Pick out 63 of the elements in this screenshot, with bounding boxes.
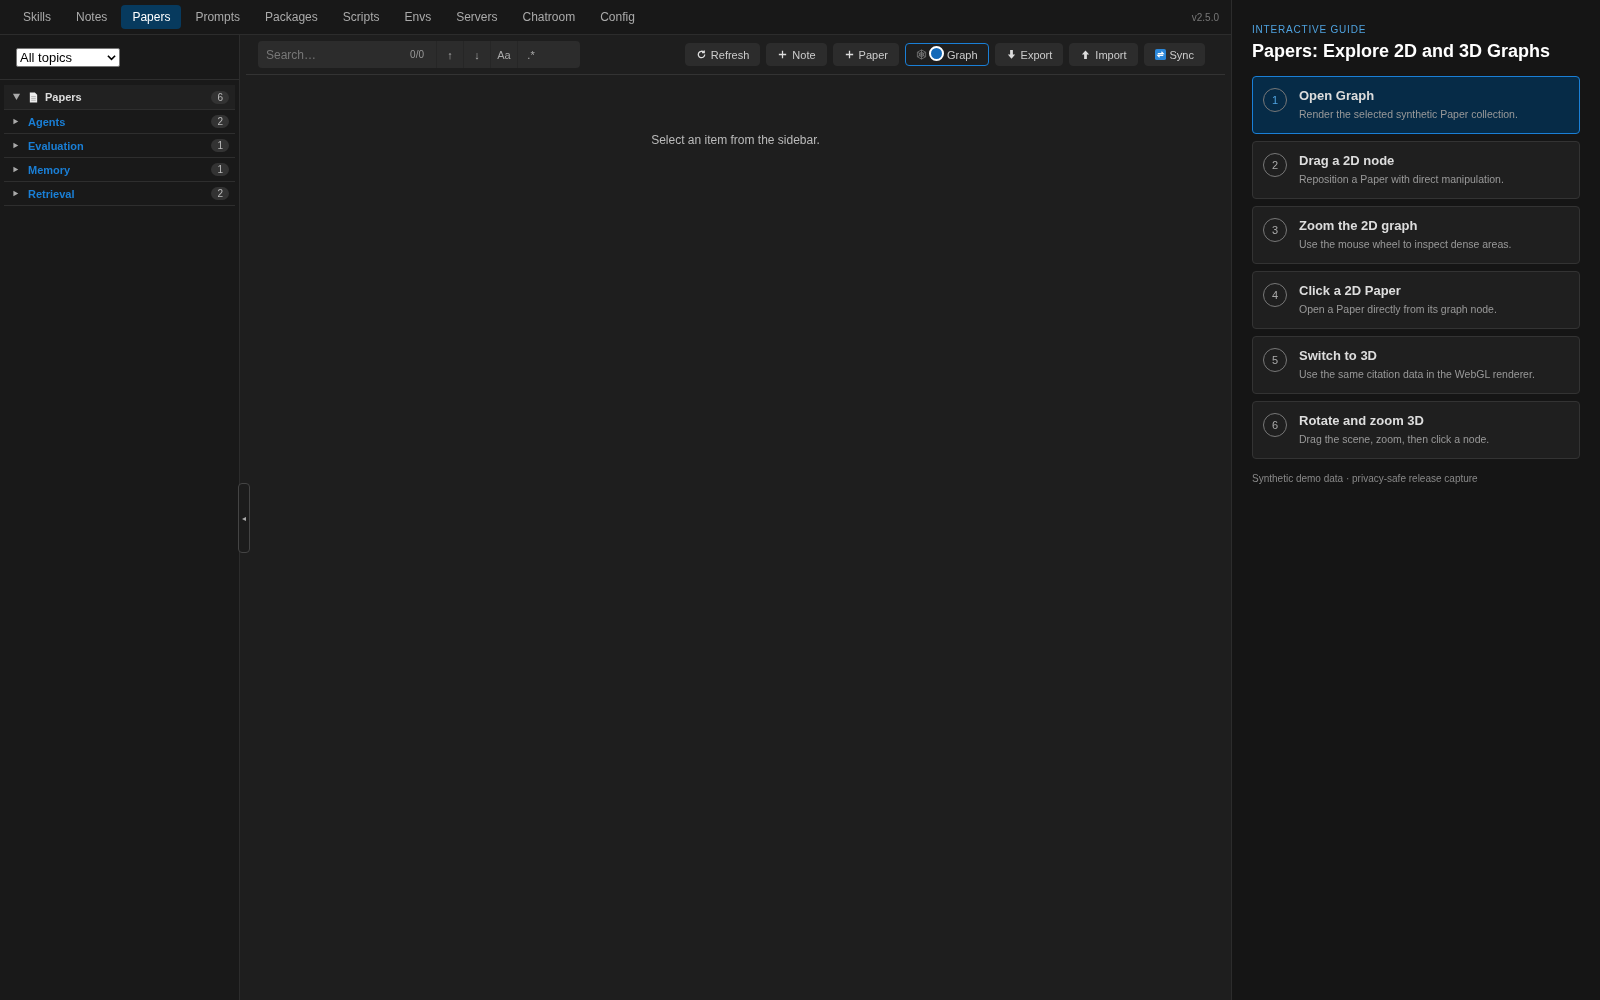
nav-tab[interactable]: Config	[589, 5, 646, 29]
topic-label: Agents	[28, 115, 67, 128]
search-option-button[interactable]: ↑	[436, 41, 463, 68]
toolbar-button[interactable]: Graph	[904, 43, 989, 66]
nav-tab[interactable]: Notes	[65, 5, 119, 29]
topic-dropdown[interactable]: All topics	[16, 47, 120, 67]
step-description: Reposition a Paper with direct manipulation.	[1299, 173, 1504, 185]
guide-title: Papers: Explore 2D and 3D Graphs	[1252, 41, 1552, 62]
count-badge: 6	[211, 90, 229, 104]
step-description: Use the same citation data in the WebGL renderer.	[1299, 368, 1535, 380]
count-badge: 2	[211, 115, 229, 128]
guide-step-card[interactable]: 4 Click a 2D Paper Open a Paper directly from its graph node.	[1252, 271, 1580, 329]
step-description: Open a Paper directly from its graph node.	[1299, 303, 1497, 315]
step-title: Switch to 3D	[1299, 348, 1378, 363]
nav-tab[interactable]: Prompts	[184, 5, 252, 29]
version-label: v2.5.0	[1191, 11, 1219, 23]
empty-state-message: Select an item from the sidebar.	[650, 133, 821, 147]
count-badge: 1	[211, 139, 229, 152]
step-title: Zoom the 2D graph	[1299, 218, 1419, 233]
search-field[interactable]: Search… 0/0 ↑ ↓ Aa .*	[258, 41, 580, 68]
nav-tab[interactable]: Skills	[12, 5, 62, 29]
guide-step-card[interactable]: 5 Switch to 3D Use the same citation data in the WebGL renderer.	[1252, 336, 1580, 394]
step-description: Drag the scene, zoom, then click a node.	[1299, 433, 1490, 445]
toolbar-button[interactable]: Sync	[1143, 43, 1205, 66]
nav-tab[interactable]: Papers	[121, 5, 182, 29]
topic-label: Evaluation	[28, 139, 85, 152]
tree-folder-row[interactable]: Papers 6	[4, 85, 235, 110]
step-title: Drag a 2D node	[1299, 153, 1396, 168]
guide-footer: Synthetic demo data · privacy-safe release capture	[1252, 473, 1580, 484]
topic-label: Retrieval	[28, 187, 76, 200]
nav-tab[interactable]: Envs	[393, 5, 443, 29]
nav-tab[interactable]: Scripts	[331, 5, 391, 29]
tree-item-row[interactable]: Memory 1	[4, 158, 235, 182]
topic-label: Memory	[28, 163, 72, 176]
guide-step-card[interactable]: 6 Rotate and zoom 3D Drag the scene, zoom, then click a node.	[1252, 401, 1580, 459]
step-description: Render the selected synthetic Paper collection.	[1299, 108, 1518, 120]
folder-label: Papers	[45, 91, 83, 103]
tree-item-row[interactable]: Agents 2	[4, 110, 235, 134]
nav-tab[interactable]: Chatroom	[511, 5, 587, 29]
step-title: Click a 2D Paper	[1299, 283, 1402, 298]
step-title: Rotate and zoom 3D	[1299, 413, 1425, 428]
guide-step-card[interactable]: 3 Zoom the 2D graph Use the mouse wheel to inspect dense areas.	[1252, 206, 1580, 264]
guide-eyebrow: INTERACTIVE GUIDE	[1252, 24, 1368, 35]
nav-tab[interactable]: Packages	[254, 5, 329, 29]
count-badge: 1	[211, 163, 229, 176]
tree-item-row[interactable]: Evaluation 1	[4, 134, 235, 158]
nav-tab[interactable]: Servers	[445, 5, 509, 29]
step-description: Use the mouse wheel to inspect dense areas.	[1299, 238, 1512, 250]
collapse-handle[interactable]: ◂	[238, 483, 250, 553]
guide-step-card[interactable]: 2 Drag a 2D node Reposition a Paper with direct manipulation.	[1252, 141, 1580, 199]
count-badge: 2	[211, 187, 229, 200]
toolbar-button[interactable]: Paper	[832, 43, 899, 66]
search-option-button[interactable]: Aa	[490, 41, 517, 68]
tree-item-row[interactable]: Retrieval 2	[4, 182, 235, 206]
toolbar-button[interactable]: Export	[994, 43, 1064, 66]
guide-step-card[interactable]: 1 Open Graph Render the selected synthetic Paper collection.	[1252, 76, 1580, 134]
toolbar-button[interactable]: Import	[1069, 43, 1138, 66]
search-option-button[interactable]: .*	[517, 41, 544, 68]
toolbar-button[interactable]: Note	[766, 43, 827, 66]
search-option-button[interactable]: ↓	[463, 41, 490, 68]
match-count: 0/0	[409, 49, 425, 60]
toolbar-button[interactable]: Refresh	[684, 43, 761, 66]
step-title: Open Graph	[1299, 88, 1376, 103]
